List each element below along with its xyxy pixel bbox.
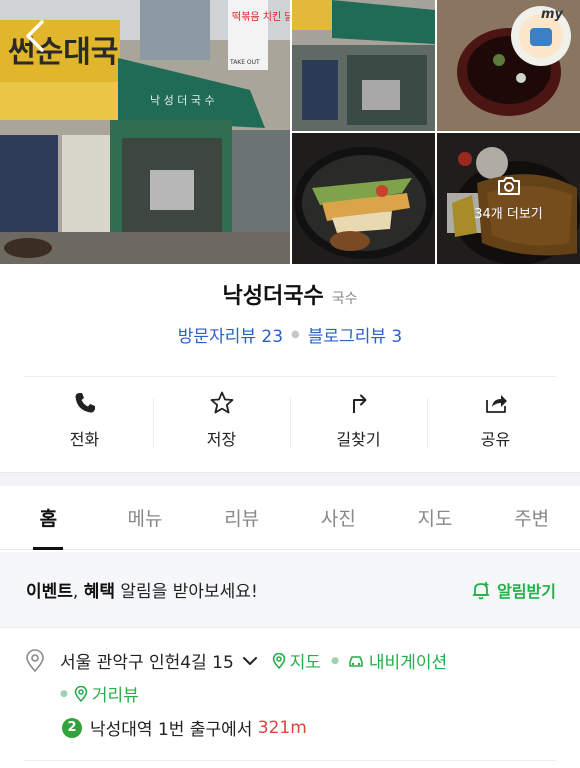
divider xyxy=(24,376,556,377)
notify-button[interactable]: 알림받기 xyxy=(471,578,556,602)
takeout-text: TAKE OUT xyxy=(229,59,260,66)
chevron-left-icon xyxy=(26,20,44,52)
visitor-reviews-link[interactable]: 방문자리뷰 23 xyxy=(178,322,283,347)
address-section: 서울 관악구 인헌4길 15 지도 ● 내비게이션 ● 거리뷰 2 낙성대역 1… xyxy=(24,648,564,740)
separator-dot: ● xyxy=(331,655,339,666)
tab-home[interactable]: 홈 xyxy=(0,486,97,549)
call-label: 전화 xyxy=(69,430,100,449)
street-view-link[interactable]: 거리뷰 xyxy=(74,681,139,706)
phone-icon xyxy=(75,393,95,413)
side-sign-text: 떡볶음 치킨 닭개 xyxy=(232,11,290,23)
share-icon xyxy=(485,395,507,413)
notify-label: 알림받기 xyxy=(497,581,556,601)
navigation-link-label: 내비게이션 xyxy=(368,653,448,673)
tab-reviews[interactable]: 리뷰 xyxy=(193,486,290,549)
station-name: 낙성대역 xyxy=(90,720,153,740)
event-comma: , xyxy=(72,582,84,602)
place-header: 낙성더국수 국수 방문자리뷰 23 ● 블로그리뷰 3 xyxy=(0,278,580,347)
subway-info: 2 낙성대역 1번 출구에서 321m xyxy=(62,715,564,740)
map-link-label: 지도 xyxy=(289,653,322,673)
place-category: 국수 xyxy=(331,291,358,307)
divider xyxy=(24,760,556,761)
star-icon xyxy=(210,391,233,414)
street-view-label: 거리뷰 xyxy=(91,686,139,706)
bell-plus-icon xyxy=(472,581,490,599)
separator-dot: ● xyxy=(291,329,300,340)
back-button[interactable] xyxy=(18,16,54,56)
station-distance: 321m xyxy=(257,717,307,738)
share-button[interactable]: 공유 xyxy=(427,390,564,456)
map-pin-icon xyxy=(272,652,286,669)
soup-photo[interactable]: my xyxy=(437,0,580,131)
tab-bar: 홈 메뉴 리뷰 사진 지도 주변 xyxy=(0,486,580,550)
chevron-down-icon[interactable] xyxy=(242,655,258,667)
event-text: 이벤트, 혜택 알림을 받아보세요! xyxy=(26,577,258,602)
car-icon xyxy=(349,655,363,667)
save-button[interactable]: 저장 xyxy=(153,390,290,456)
separator-dot: ● xyxy=(60,688,68,699)
event-rest: 알림을 받아보세요! xyxy=(115,582,258,602)
directions-label: 길찾기 xyxy=(336,430,381,449)
map-link[interactable]: 지도 xyxy=(272,648,321,673)
location-pin-icon xyxy=(26,648,44,672)
photo-gallery: 썬순대국 낙 성 더 국 수 떡볶음 치킨 닭개 TAKE OUT xyxy=(0,0,580,264)
more-photos-label: 34개 더보기 xyxy=(474,207,543,222)
blog-reviews-link[interactable]: 블로그리뷰 3 xyxy=(308,322,402,347)
place-name: 낙성더국수 xyxy=(222,284,324,309)
tab-nearby[interactable]: 주변 xyxy=(483,486,580,549)
address-text: 서울 관악구 인헌4길 15 xyxy=(60,653,234,673)
event-banner: 이벤트, 혜택 알림을 받아보세요! 알림받기 xyxy=(0,552,580,628)
section-gap xyxy=(0,472,580,486)
tab-menu[interactable]: 메뉴 xyxy=(97,486,194,549)
station-exit-text: 1번 출구에서 xyxy=(152,720,258,740)
directions-icon xyxy=(352,394,366,413)
more-photos-button[interactable]: 34개 더보기 xyxy=(437,133,580,264)
share-label: 공유 xyxy=(480,430,511,449)
tab-map[interactable]: 지도 xyxy=(387,486,484,549)
map-pin-icon xyxy=(74,685,88,702)
action-bar: 전화 저장 길찾기 공유 xyxy=(16,390,564,456)
directions-button[interactable]: 길찾기 xyxy=(290,390,427,456)
tab-photos[interactable]: 사진 xyxy=(290,486,387,549)
dish-photo[interactable] xyxy=(292,133,435,264)
event-bold-2: 혜택 xyxy=(83,582,116,602)
navigation-link[interactable]: 내비게이션 xyxy=(347,648,447,673)
save-label: 저장 xyxy=(206,430,237,449)
event-bold-1: 이벤트 xyxy=(26,582,73,602)
call-button[interactable]: 전화 xyxy=(16,390,153,456)
storefront-photo-2[interactable] xyxy=(292,0,435,131)
subway-line-badge: 2 xyxy=(62,717,82,738)
camera-icon xyxy=(497,177,520,195)
awning-text: 낙 성 더 국 수 xyxy=(150,94,215,107)
sticker-text: my xyxy=(541,7,564,22)
